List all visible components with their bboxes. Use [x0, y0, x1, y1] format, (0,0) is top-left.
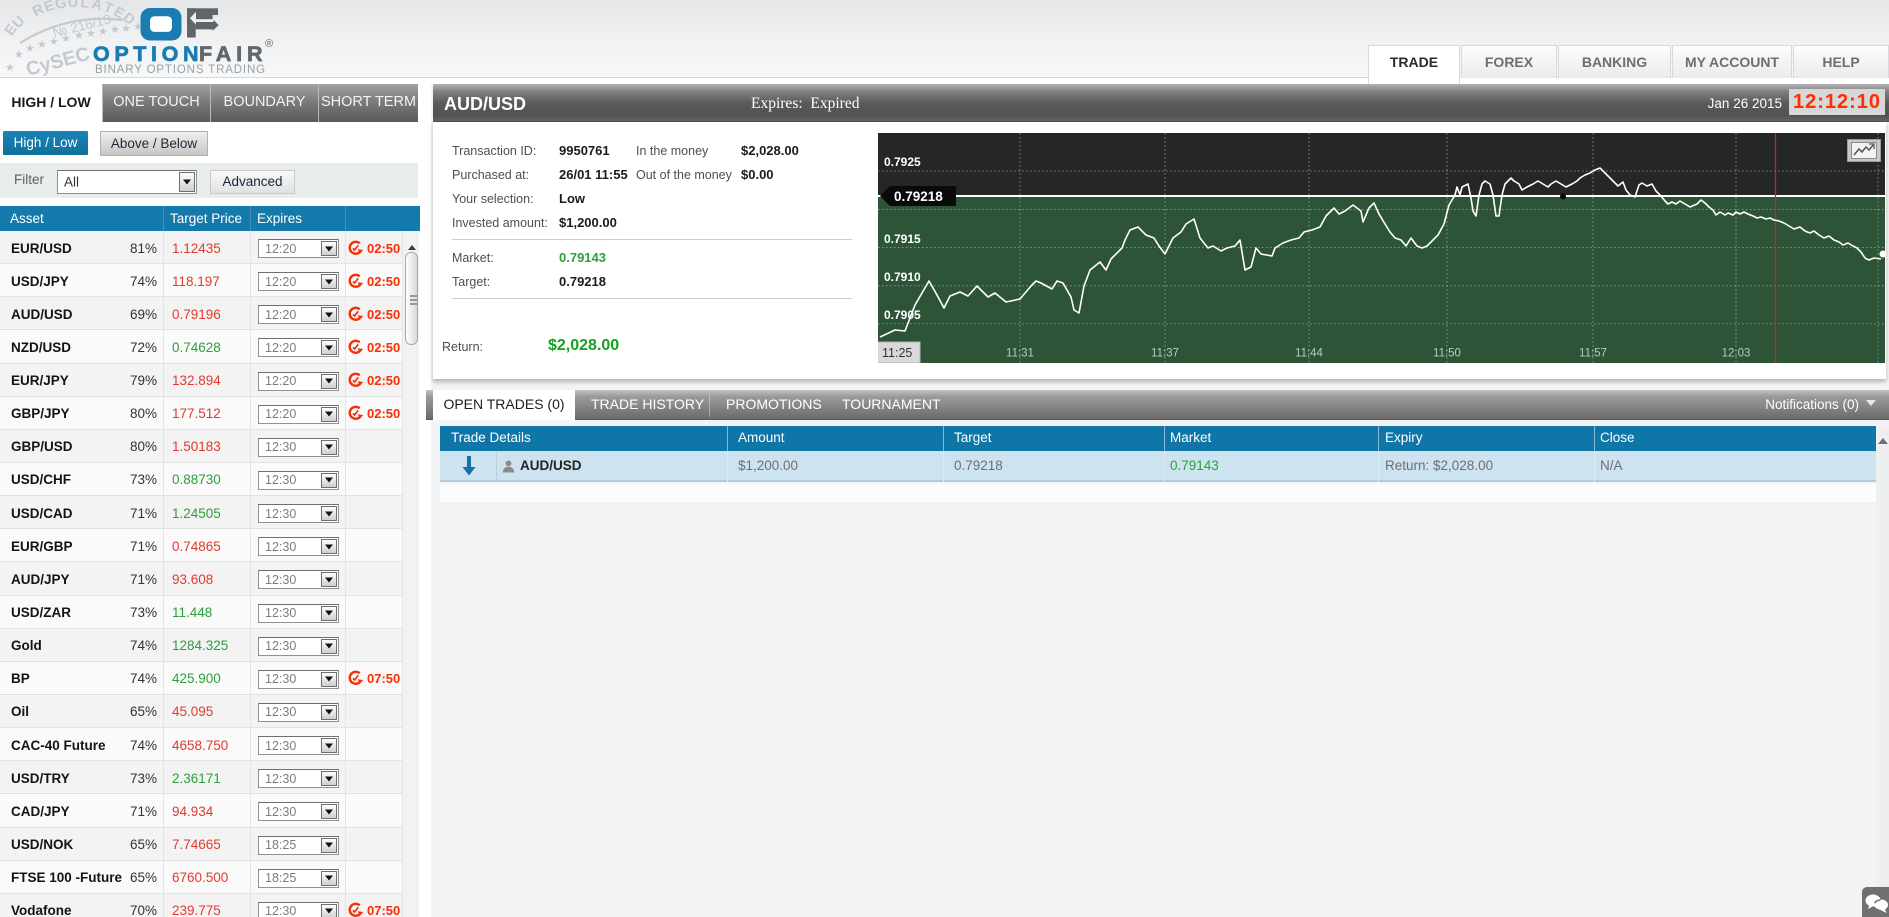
svg-text:12:03: 12:03: [1722, 348, 1751, 360]
svg-text:★: ★: [5, 62, 15, 74]
svg-text:OPTION: OPTION: [93, 42, 199, 66]
svg-text:★: ★: [49, 36, 59, 48]
svg-text:0.7925: 0.7925: [884, 155, 921, 169]
svg-text:11:25: 11:25: [882, 346, 912, 360]
svg-text:★: ★: [25, 43, 35, 55]
svg-text:★: ★: [121, 23, 131, 35]
svg-text:★: ★: [74, 30, 84, 42]
svg-text:11:31: 11:31: [1006, 348, 1034, 360]
svg-text:11:37: 11:37: [1151, 348, 1179, 360]
svg-text:0.7915: 0.7915: [884, 232, 921, 246]
svg-text:11:44: 11:44: [1295, 348, 1324, 360]
svg-text:0.79218: 0.79218: [894, 189, 943, 204]
svg-text:BINARY OPTIONS TRADING: BINARY OPTIONS TRADING: [95, 64, 267, 76]
svg-text:U: U: [67, 0, 78, 11]
svg-text:0.7905: 0.7905: [884, 308, 921, 322]
svg-text:11:50: 11:50: [1433, 348, 1461, 360]
svg-text:®: ®: [265, 38, 273, 50]
svg-text:★: ★: [61, 33, 71, 45]
svg-text:★: ★: [98, 26, 108, 38]
svg-text:★: ★: [86, 28, 96, 40]
svg-text:★: ★: [110, 24, 120, 36]
svg-text:★: ★: [37, 39, 47, 51]
svg-text:G: G: [54, 0, 68, 13]
svg-text:11:57: 11:57: [1579, 348, 1607, 360]
svg-text:FAIR: FAIR: [199, 42, 263, 66]
svg-text:0.7910: 0.7910: [884, 270, 921, 284]
svg-text:L: L: [80, 0, 91, 12]
